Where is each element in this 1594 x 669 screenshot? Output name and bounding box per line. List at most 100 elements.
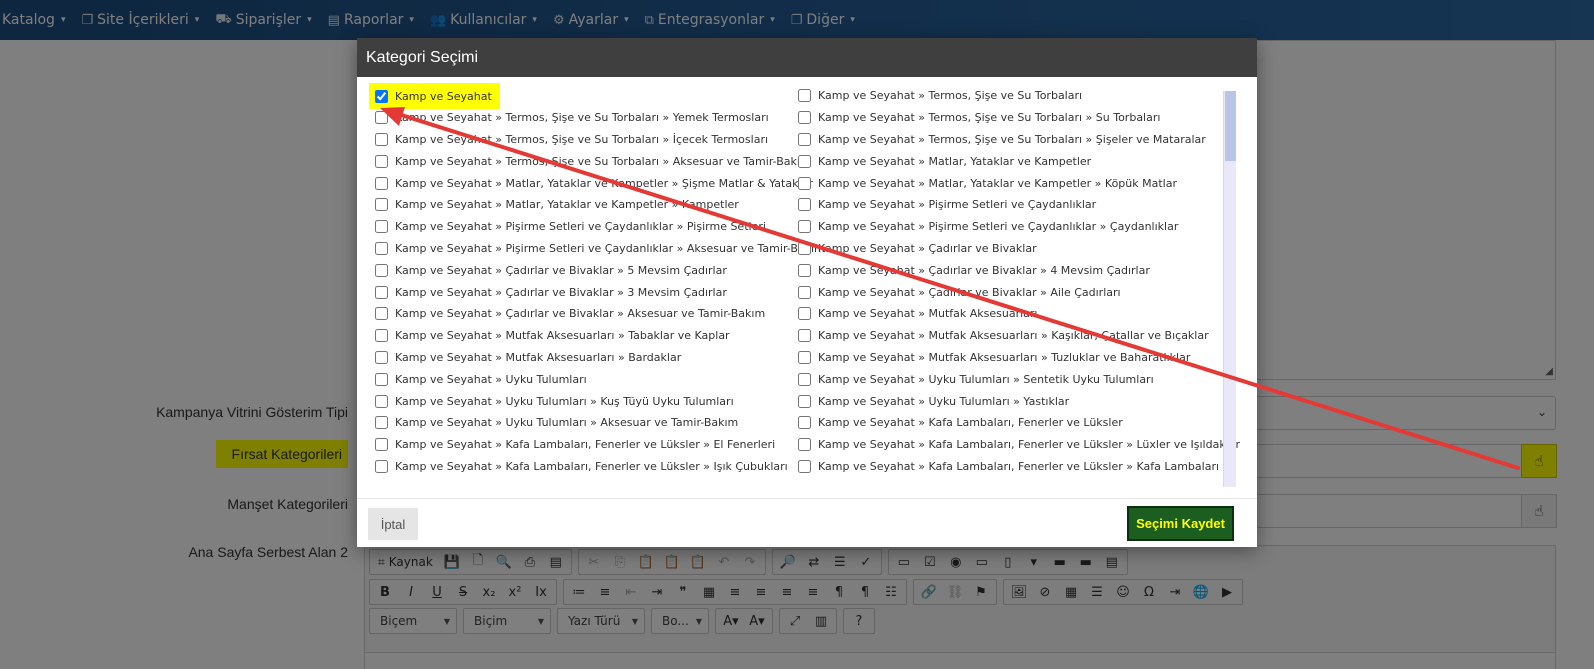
category-label: Kamp ve Seyahat » Uyku Tulumları » Kuş T…	[395, 394, 734, 408]
category-item[interactable]: Kamp ve Seyahat » Çadırlar ve Bivaklar »…	[369, 259, 789, 281]
category-item[interactable]: Kamp ve Seyahat » Termos, Şişe ve Su Tor…	[792, 129, 1222, 151]
category-item[interactable]: Kamp ve Seyahat » Çadırlar ve Bivaklar »…	[792, 281, 1222, 303]
category-item[interactable]: Kamp ve Seyahat » Kafa Lambaları, Fenerl…	[369, 434, 789, 456]
category-item[interactable]: Kamp ve Seyahat » Mutfak Aksesuarları » …	[792, 347, 1222, 369]
category-label: Kamp ve Seyahat » Çadırlar ve Bivaklar	[818, 241, 1037, 255]
category-checkbox[interactable]	[375, 307, 388, 321]
category-label: Kamp ve Seyahat » Pişirme Setleri ve Çay…	[395, 241, 825, 255]
category-item[interactable]: Kamp ve Seyahat » Uyku Tulumları » Sente…	[792, 368, 1222, 390]
category-item[interactable]: Kamp ve Seyahat » Termos, Şişe ve Su Tor…	[369, 107, 789, 129]
modal-footer: İptal Seçimi Kaydet	[357, 498, 1257, 547]
category-label: Kamp ve Seyahat » Termos, Şişe ve Su Tor…	[395, 154, 811, 168]
category-checkbox[interactable]	[375, 285, 388, 299]
cancel-button[interactable]: İptal	[368, 508, 418, 540]
category-item-wrap: Kamp ve Seyahat	[369, 83, 789, 109]
category-checkbox[interactable]	[798, 329, 811, 343]
category-label: Kamp ve Seyahat » Pişirme Setleri ve Çay…	[818, 220, 1179, 234]
category-checkbox[interactable]	[798, 132, 811, 146]
category-item[interactable]: Kamp ve Seyahat » Pişirme Setleri ve Çay…	[369, 216, 789, 238]
category-checkbox[interactable]	[375, 176, 388, 190]
category-checkbox[interactable]	[375, 459, 388, 473]
category-checkbox[interactable]	[375, 198, 388, 212]
category-checkbox[interactable]	[375, 263, 388, 277]
category-item[interactable]: Kamp ve Seyahat » Mutfak Aksesuarları » …	[369, 347, 789, 369]
category-item[interactable]: Kamp ve Seyahat » Kafa Lambaları, Fenerl…	[792, 456, 1222, 478]
category-label: Kamp ve Seyahat » Çadırlar ve Bivaklar »…	[395, 263, 727, 277]
category-checkbox[interactable]	[798, 350, 811, 364]
category-checkbox[interactable]	[798, 416, 811, 430]
category-checkbox[interactable]	[375, 220, 388, 234]
category-checkbox[interactable]	[798, 285, 811, 299]
category-list-left: Kamp ve Seyahat Kamp ve Seyahat » Termos,…	[369, 83, 825, 478]
category-checkbox[interactable]	[798, 154, 811, 168]
modal-header: Kategori Seçimi	[357, 38, 1257, 77]
category-item[interactable]: Kamp ve Seyahat » Mutfak Aksesuarları » …	[369, 325, 789, 347]
category-checkbox[interactable]	[375, 350, 388, 364]
category-label: Kamp ve Seyahat » Matlar, Yataklar ve Ka…	[395, 198, 739, 212]
category-checkbox[interactable]	[798, 241, 811, 255]
category-checkbox[interactable]	[375, 372, 388, 386]
category-item[interactable]: Kamp ve Seyahat » Çadırlar ve Bivaklar »…	[792, 259, 1222, 281]
category-item[interactable]: Kamp ve Seyahat » Mutfak Aksesuarları	[792, 303, 1222, 325]
category-checkbox[interactable]	[375, 89, 388, 103]
category-item[interactable]: Kamp ve Seyahat » Uyku Tulumları » Kuş T…	[369, 390, 789, 412]
category-item[interactable]: Kamp ve Seyahat » Uyku Tulumları	[369, 368, 789, 390]
category-item[interactable]: Kamp ve Seyahat » Matlar, Yataklar ve Ka…	[792, 172, 1222, 194]
category-checkbox[interactable]	[798, 220, 811, 234]
category-item[interactable]: Kamp ve Seyahat » Uyku Tulumları » Yastı…	[792, 390, 1222, 412]
category-label: Kamp ve Seyahat » Termos, Şişe ve Su Tor…	[395, 132, 769, 146]
category-item[interactable]: Kamp ve Seyahat » Termos, Şişe ve Su Tor…	[369, 150, 811, 172]
category-checkbox[interactable]	[375, 438, 388, 452]
category-label: Kamp ve Seyahat » Uyku Tulumları	[395, 372, 587, 386]
category-checkbox[interactable]	[798, 307, 811, 321]
category-label: Kamp ve Seyahat » Mutfak Aksesuarları » …	[395, 350, 682, 364]
category-label: Kamp ve Seyahat	[395, 89, 492, 103]
category-item[interactable]: Kamp ve Seyahat » Uyku Tulumları » Akses…	[369, 412, 789, 434]
category-checkbox[interactable]	[798, 176, 811, 190]
category-checkbox[interactable]	[375, 394, 388, 408]
modal-body: Kamp ve Seyahat Kamp ve Seyahat » Termos,…	[357, 77, 1257, 498]
category-checkbox[interactable]	[798, 198, 811, 212]
category-item[interactable]: Kamp ve Seyahat » Pişirme Setleri ve Çay…	[792, 194, 1222, 216]
category-checkbox[interactable]	[375, 416, 388, 430]
category-item[interactable]: Kamp ve Seyahat » Termos, Şişe ve Su Tor…	[792, 85, 1222, 107]
category-label: Kamp ve Seyahat » Termos, Şişe ve Su Tor…	[818, 89, 1083, 103]
modal-scrollbar[interactable]	[1223, 91, 1236, 487]
category-checkbox[interactable]	[798, 111, 811, 125]
category-checkbox[interactable]	[798, 89, 811, 103]
category-label: Kamp ve Seyahat » Uyku Tulumları » Yastı…	[818, 394, 1070, 408]
category-item[interactable]: Kamp ve Seyahat	[369, 83, 500, 109]
category-list-right: Kamp ve Seyahat » Termos, Şişe ve Su Tor…	[792, 85, 1240, 478]
category-label: Kamp ve Seyahat » Çadırlar ve Bivaklar »…	[395, 307, 766, 321]
category-item[interactable]: Kamp ve Seyahat » Matlar, Yataklar ve Ka…	[369, 172, 813, 194]
category-checkbox[interactable]	[375, 111, 388, 125]
category-item[interactable]: Kamp ve Seyahat » Çadırlar ve Bivaklar »…	[369, 281, 789, 303]
category-item[interactable]: Kamp ve Seyahat » Termos, Şişe ve Su Tor…	[792, 107, 1222, 129]
category-label: Kamp ve Seyahat » Kafa Lambaları, Fenerl…	[818, 459, 1220, 473]
category-item[interactable]: Kamp ve Seyahat » Kafa Lambaları, Fenerl…	[792, 434, 1240, 456]
category-item[interactable]: Kamp ve Seyahat » Matlar, Yataklar ve Ka…	[792, 150, 1222, 172]
scrollbar-thumb[interactable]	[1225, 91, 1236, 161]
category-checkbox[interactable]	[798, 459, 811, 473]
category-checkbox[interactable]	[375, 154, 388, 168]
category-checkbox[interactable]	[375, 132, 388, 146]
category-item[interactable]: Kamp ve Seyahat » Pişirme Setleri ve Çay…	[369, 238, 825, 260]
category-checkbox[interactable]	[798, 372, 811, 386]
category-item[interactable]: Kamp ve Seyahat » Kafa Lambaları, Fenerl…	[369, 456, 789, 478]
category-item[interactable]: Kamp ve Seyahat » Termos, Şişe ve Su Tor…	[369, 129, 789, 151]
category-item[interactable]: Kamp ve Seyahat » Kafa Lambaları, Fenerl…	[792, 412, 1222, 434]
category-checkbox[interactable]	[375, 329, 388, 343]
category-checkbox[interactable]	[375, 241, 388, 255]
category-item[interactable]: Kamp ve Seyahat » Pişirme Setleri ve Çay…	[792, 216, 1222, 238]
category-checkbox[interactable]	[798, 394, 811, 408]
category-item[interactable]: Kamp ve Seyahat » Matlar, Yataklar ve Ka…	[369, 194, 789, 216]
category-item[interactable]: Kamp ve Seyahat » Çadırlar ve Bivaklar »…	[369, 303, 789, 325]
category-label: Kamp ve Seyahat » Kafa Lambaları, Fenerl…	[818, 416, 1123, 430]
save-selection-button[interactable]: Seçimi Kaydet	[1127, 506, 1234, 541]
category-checkbox[interactable]	[798, 438, 811, 452]
category-checkbox[interactable]	[798, 263, 811, 277]
category-label: Kamp ve Seyahat » Kafa Lambaları, Fenerl…	[395, 459, 788, 473]
category-item[interactable]: Kamp ve Seyahat » Mutfak Aksesuarları » …	[792, 325, 1222, 347]
category-label: Kamp ve Seyahat » Pişirme Setleri ve Çay…	[395, 220, 766, 234]
category-item[interactable]: Kamp ve Seyahat » Çadırlar ve Bivaklar	[792, 238, 1222, 260]
